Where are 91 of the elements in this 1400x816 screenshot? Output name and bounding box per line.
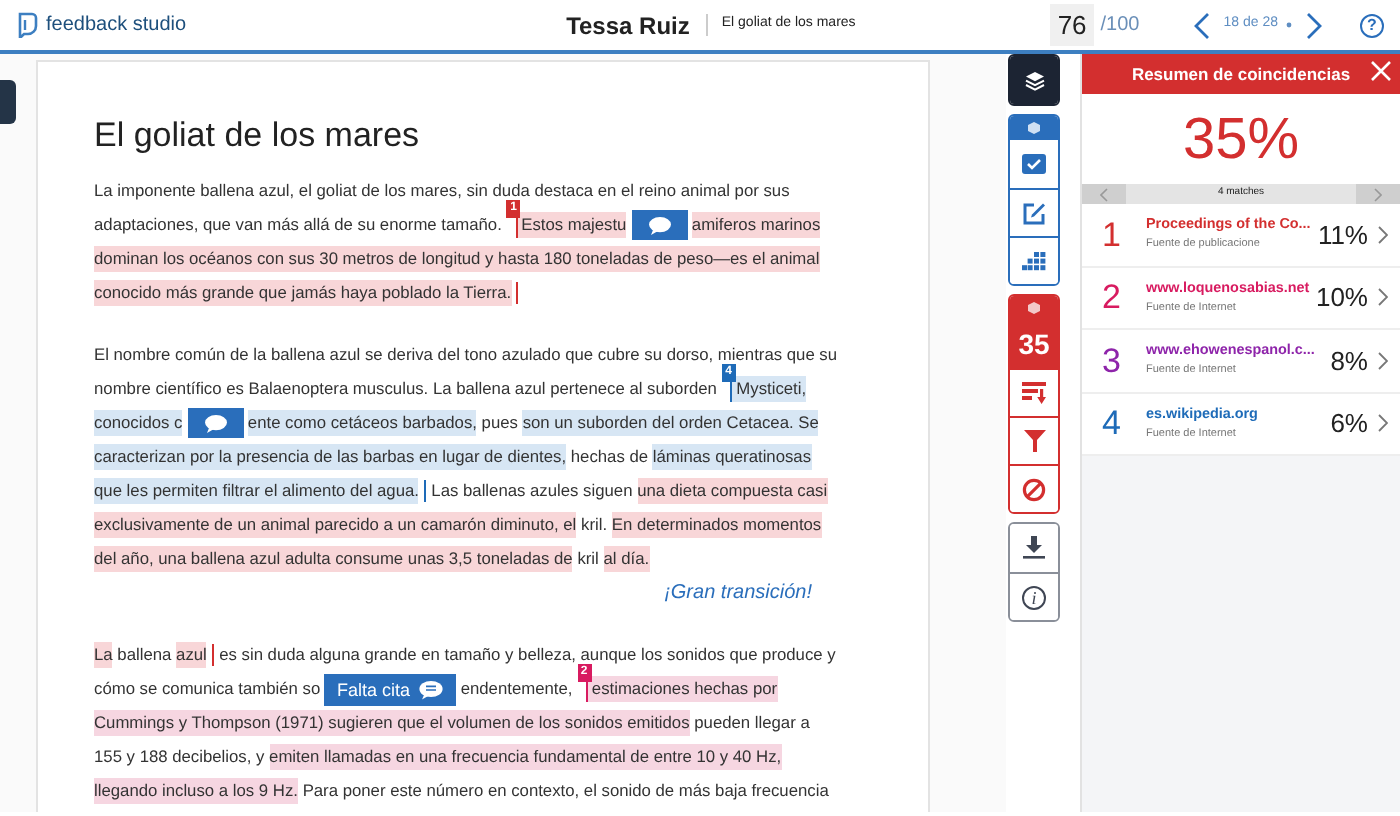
body-text: Las ballenas azules siguen bbox=[431, 478, 633, 504]
prohibited-icon bbox=[1022, 477, 1046, 501]
layers-button[interactable] bbox=[1010, 56, 1058, 104]
dropdown-dot-icon[interactable] bbox=[1286, 22, 1292, 28]
match-number: 3 bbox=[1102, 339, 1123, 383]
chevron-right-icon bbox=[1378, 414, 1388, 433]
highlighted-text[interactable]: estimaciones hechas por bbox=[585, 676, 778, 702]
inline-comment[interactable]: ¡Gran transición! bbox=[94, 576, 812, 610]
hexagon-icon bbox=[1028, 122, 1040, 134]
logo-icon bbox=[16, 12, 38, 38]
edit-icon bbox=[1022, 201, 1046, 225]
highlighted-text[interactable]: La bbox=[94, 642, 113, 668]
match-number: 2 bbox=[1102, 276, 1123, 320]
chevron-left-icon bbox=[1100, 187, 1108, 201]
body-text: es sin duda alguna grande en tamaño y belleza, aunque los sonidos que produce y bbox=[219, 642, 836, 665]
chevron-right-icon bbox=[1378, 225, 1388, 244]
checkbox-icon bbox=[1022, 154, 1046, 174]
comment-bubble-button[interactable] bbox=[631, 210, 688, 240]
highlighted-text[interactable]: conocido más grande que jamás haya poblado la Tierra. bbox=[94, 280, 512, 306]
body-text: kril. bbox=[581, 512, 608, 538]
layer-tab[interactable] bbox=[1010, 116, 1058, 140]
side-panel-tab[interactable] bbox=[0, 80, 16, 124]
student-name: Tessa Ruiz bbox=[566, 9, 690, 43]
sort-icon bbox=[1022, 382, 1046, 404]
highlighted-text[interactable]: Cummings y Thompson (1971) sugieren que el volumen de los sonidos emitidos bbox=[94, 710, 690, 736]
body-text: pues bbox=[481, 410, 518, 436]
match-number: 4 bbox=[1102, 402, 1123, 446]
similarity-tab[interactable] bbox=[1010, 296, 1058, 320]
match-percent: 8% bbox=[1330, 343, 1368, 379]
help-button[interactable]: ? bbox=[1360, 13, 1384, 37]
panel-title: Resumen de coincidencias bbox=[1131, 61, 1351, 87]
grid-button[interactable] bbox=[1010, 236, 1058, 284]
download-icon bbox=[1022, 536, 1046, 560]
body-text: cómo se comunica también so bbox=[94, 676, 321, 702]
match-percent: 6% bbox=[1330, 406, 1368, 442]
highlighted-text[interactable]: del año, una ballena azul adulta consume unas 3,5 toneladas de bbox=[94, 546, 573, 572]
filter-icon bbox=[1023, 430, 1045, 452]
body-text: pueden llegar a bbox=[694, 710, 810, 736]
highlighted-text[interactable]: caracterizan por la presencia de las barbas en lugar de dientes, bbox=[94, 444, 567, 470]
body-text: endentemente, bbox=[460, 676, 573, 702]
match-percent: 11% bbox=[1317, 217, 1368, 253]
highlighted-text[interactable]: conocidos c bbox=[94, 410, 183, 436]
highlighted-text[interactable]: llegando incluso a los 9 Hz. bbox=[94, 778, 298, 804]
chevron-right-icon bbox=[1374, 187, 1382, 201]
highlighted-text[interactable]: láminas queratinosas bbox=[652, 444, 812, 470]
match-number: 1 bbox=[1102, 213, 1123, 257]
layers-icon bbox=[1023, 69, 1045, 91]
highlighted-text[interactable]: al día. bbox=[603, 546, 650, 572]
body-text: adaptaciones, que van más allá de su enorme tamaño. bbox=[94, 212, 502, 238]
body-text: Para poner este número en contexto, el sonido de más baja frecuencia bbox=[302, 778, 829, 804]
highlighted-text[interactable]: emiten llamadas en una frecuencia fundamental de entre 10 y 40 Hz, bbox=[269, 744, 782, 770]
product-name: feedback studio bbox=[46, 12, 187, 40]
speech-bubble-icon bbox=[417, 679, 444, 699]
match-percent: 10% bbox=[1315, 280, 1368, 316]
grid-icon bbox=[1022, 251, 1046, 271]
highlighted-text[interactable]: En determinados momentos bbox=[611, 512, 822, 538]
highlighted-text[interactable]: son un suborden del orden Cetacea. Se bbox=[522, 410, 819, 436]
document-title: El goliat de los mares bbox=[94, 114, 422, 158]
speech-bubble-icon bbox=[647, 215, 672, 235]
body-text: 155 y 188 decibelios, y bbox=[94, 744, 265, 770]
missing-citation-tag[interactable]: Falta cita bbox=[324, 673, 456, 705]
hexagon-icon bbox=[1028, 302, 1040, 314]
close-button[interactable] bbox=[1370, 60, 1392, 82]
highlighted-text[interactable]: exclusivamente de un animal parecido a un camarón diminuto, el bbox=[94, 512, 577, 538]
highlighted-text[interactable]: una dieta compuesta casi bbox=[637, 478, 828, 504]
highlighted-text[interactable]: amiferos marinos bbox=[691, 212, 821, 238]
speech-bubble-icon bbox=[203, 413, 228, 433]
highlighted-text[interactable]: que les permiten filtrar el alimento del agua. bbox=[94, 478, 419, 504]
body-text: hechas de bbox=[570, 444, 649, 470]
body-text: El nombre común de la ballena azul se deriva del tono azulado que cubre su dorso, mientras que su bbox=[94, 342, 838, 365]
comment-bubble-button[interactable] bbox=[187, 408, 244, 438]
body-text: nombre científico es Balaenoptera musculus. La ballena azul pertenece al suborden bbox=[94, 376, 717, 402]
grade-field[interactable]: 76 bbox=[1049, 3, 1095, 47]
highlighted-text[interactable]: ente como cetáceos barbados, bbox=[247, 410, 477, 436]
highlighted-text[interactable]: Mysticeti, bbox=[730, 376, 807, 402]
body-text: ballena bbox=[117, 642, 172, 668]
exclude-button[interactable] bbox=[1010, 464, 1058, 512]
similarity-score: 35% bbox=[1082, 94, 1400, 184]
highlighted-text[interactable]: dominan los océanos con sus 30 metros de longitud y hasta 180 toneladas de peso—es el animal bbox=[94, 246, 820, 272]
info-button[interactable]: i bbox=[1010, 572, 1058, 620]
close-icon bbox=[1370, 60, 1392, 82]
chevron-left-icon bbox=[1193, 11, 1210, 39]
highlighted-text[interactable]: azul bbox=[176, 642, 207, 668]
similarity-count[interactable]: 35 bbox=[1010, 320, 1058, 368]
highlighted-text[interactable]: Estos majestu bbox=[515, 212, 627, 238]
chevron-right-icon bbox=[1378, 351, 1388, 370]
grade-max: /100 bbox=[1100, 12, 1140, 40]
chevron-right-icon bbox=[1306, 11, 1322, 39]
body-text: kril bbox=[577, 546, 599, 572]
body-text: La imponente ballena azul, el goliat de los mares, sin duda destaca en el reino animal por sus bbox=[94, 178, 790, 201]
chevron-right-icon bbox=[1378, 288, 1388, 307]
